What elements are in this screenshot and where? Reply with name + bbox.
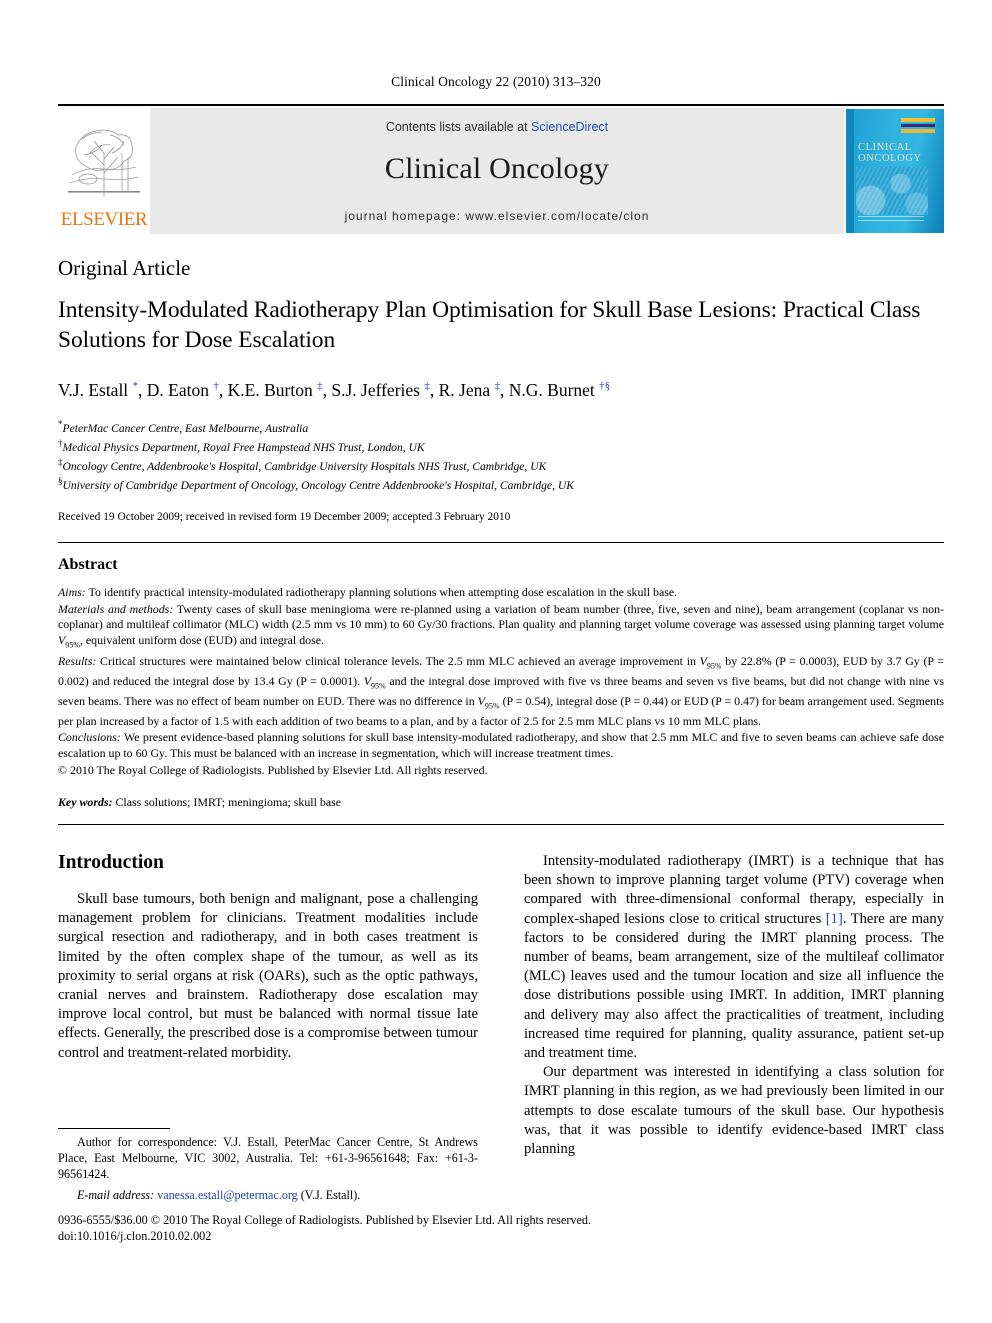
masthead-band: Contents lists available at ScienceDirec… <box>150 108 844 234</box>
journal-cover-thumbnail: CLINICAL ONCOLOGY <box>844 108 944 234</box>
affiliation-text: Oncology Centre, Addenbrooke's Hospital,… <box>62 459 547 473</box>
abstract-aims-text: To identify practical intensity-modulate… <box>85 585 678 600</box>
email-label: E-mail address: <box>77 1187 155 1202</box>
abstract-results-label: Results: <box>58 653 97 668</box>
author-list: V.J. Estall *, D. Eaton †, K.E. Burton ‡… <box>58 379 611 400</box>
abstract-results: Results: Critical structures were mainta… <box>58 654 944 730</box>
journal-masthead: ELSEVIER Contents lists available at Sci… <box>58 104 944 234</box>
cover-title: CLINICAL ONCOLOGY <box>858 142 922 164</box>
elsevier-logo: ELSEVIER <box>58 108 150 234</box>
email-link[interactable]: vanessa.estall@petermac.org <box>157 1188 298 1202</box>
abstract-methods: Materials and methods: Twenty cases of s… <box>58 602 944 653</box>
citation-reference-1[interactable]: [1] <box>826 911 843 927</box>
abstract-aims-label: Aims: <box>58 585 86 600</box>
imprint-block: 0936-6555/$36.00 © 2010 The Royal Colleg… <box>58 1212 944 1244</box>
article-header-and-abstract: Original Article Intensity-Modulated Rad… <box>58 256 944 826</box>
abstract-conclusions-text: We present evidence-based planning solut… <box>58 730 944 760</box>
correspondence-footnote: Author for correspondence: V.J. Estall, … <box>58 1128 478 1203</box>
journal-title: Clinical Oncology <box>384 152 610 185</box>
affiliation-text: Medical Physics Department, Royal Free H… <box>62 440 425 454</box>
keywords-label: Key words: <box>58 795 113 810</box>
correspondence-text: Author for correspondence: V.J. Estall, … <box>58 1135 478 1182</box>
abstract-copyright: © 2010 The Royal College of Radiologists… <box>58 762 488 777</box>
abstract-top-rule <box>58 542 944 544</box>
article-first-page: Clinical Oncology 22 (2010) 313–320 ELSE… <box>0 0 992 1323</box>
section-heading-introduction: Introduction <box>58 852 164 873</box>
email-line: E-mail address: vanessa.estall@petermac.… <box>58 1187 478 1203</box>
affiliation-item: *PeterMac Cancer Centre, East Melbourne,… <box>58 417 944 436</box>
intro-paragraph-left: Skull base tumours, both benign and mali… <box>58 891 478 1061</box>
elsevier-tree-icon <box>64 113 144 199</box>
page-title: Intensity-Modulated Radiotherapy Plan Op… <box>58 297 921 353</box>
journal-homepage[interactable]: journal homepage: www.elsevier.com/locat… <box>150 209 844 223</box>
abstract-methods-text: Twenty cases of skull base meningioma we… <box>58 601 944 650</box>
intro-right-1b: . There are many factors to be considere… <box>524 910 944 1062</box>
affiliation-item: §University of Cambridge Department of O… <box>58 474 944 493</box>
imprint-doi: doi:10.1016/j.clon.2010.02.002 <box>58 1229 212 1243</box>
abstract-heading: Abstract <box>58 556 118 574</box>
contents-line: Contents lists available at ScienceDirec… <box>150 120 844 134</box>
intro-paragraph-right-2: Our department was interested in identif… <box>524 1064 944 1158</box>
affiliation-item: †Medical Physics Department, Royal Free … <box>58 436 944 455</box>
email-suffix: (V.J. Estall). <box>297 1187 361 1202</box>
contents-prefix: Contents lists available at <box>385 120 532 134</box>
sciencedirect-link[interactable]: ScienceDirect <box>531 120 608 134</box>
affiliation-list: *PeterMac Cancer Centre, East Melbourne,… <box>58 417 944 493</box>
abstract-conclusions-label: Conclusions: <box>58 730 121 745</box>
cover-color-bars <box>901 118 935 135</box>
abstract-methods-label: Materials and methods: <box>58 601 174 616</box>
keywords-text: Class solutions; IMRT; meningioma; skull… <box>112 795 342 810</box>
article-type: Original Article <box>58 256 191 280</box>
imprint-issn-copyright: 0936-6555/$36.00 © 2010 The Royal Colleg… <box>58 1213 592 1227</box>
affiliation-text: PeterMac Cancer Centre, East Melbourne, … <box>62 421 309 435</box>
abstract-aims: Aims: To identify practical intensity-mo… <box>58 585 944 601</box>
keywords: Key words: Class solutions; IMRT; mening… <box>58 795 944 810</box>
running-head: Clinical Oncology 22 (2010) 313–320 <box>391 74 601 89</box>
cover-footer-lines <box>858 215 924 224</box>
footnote-rule <box>58 1128 170 1129</box>
column-left: Introduction Skull base tumours, both be… <box>58 852 478 1063</box>
abstract-results-text: Critical structures were maintained belo… <box>58 653 944 728</box>
affiliation-item: ‡Oncology Centre, Addenbrooke's Hospital… <box>58 455 944 474</box>
abstract-bottom-rule <box>58 824 944 826</box>
affiliation-text: University of Cambridge Department of On… <box>62 478 574 492</box>
cover-artwork <box>856 167 928 215</box>
article-history: Received 19 October 2009; received in re… <box>58 511 511 524</box>
intro-paragraph-right-1: Intensity-modulated radiotherapy (IMRT) … <box>524 852 944 1063</box>
column-right: Intensity-modulated radiotherapy (IMRT) … <box>524 852 944 1159</box>
abstract-conclusions: Conclusions: We present evidence-based p… <box>58 730 944 761</box>
elsevier-wordmark: ELSEVIER <box>60 209 148 230</box>
